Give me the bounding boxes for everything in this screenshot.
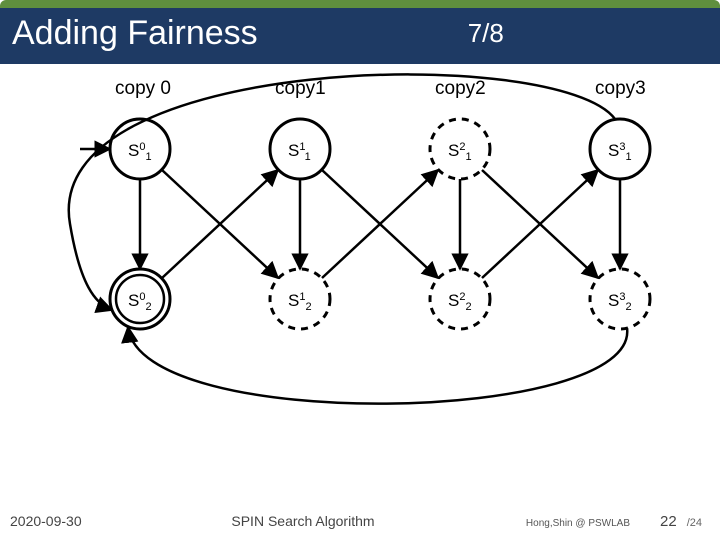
footer-total: /24 (687, 517, 702, 529)
footer-center: SPIN Search Algorithm (80, 513, 526, 529)
footer-page: 22 (660, 513, 677, 530)
state-diagram: copy 0 copy1 copy2 copy3 S01 S11 S21 S31… (0, 64, 720, 484)
accent-bar (0, 0, 720, 8)
title-bar: Adding Fairness 7/8 (0, 8, 720, 64)
footer-institution: Hong,Shin @ PSWLAB (526, 518, 630, 529)
footer: 2020-09-30 SPIN Search Algorithm Hong,Sh… (0, 513, 720, 530)
diagram-svg: copy 0 copy1 copy2 copy3 S01 S11 S21 S31… (0, 64, 720, 484)
col-label-2: copy2 (435, 78, 486, 99)
col-label-3: copy3 (595, 78, 646, 99)
slide-progress: 7/8 (468, 18, 504, 49)
slide-title: Adding Fairness (12, 14, 258, 53)
node-labels: S01 S11 S21 S31 S02 S12 S22 S32 (128, 141, 632, 313)
col-label-0: copy 0 (115, 78, 171, 99)
